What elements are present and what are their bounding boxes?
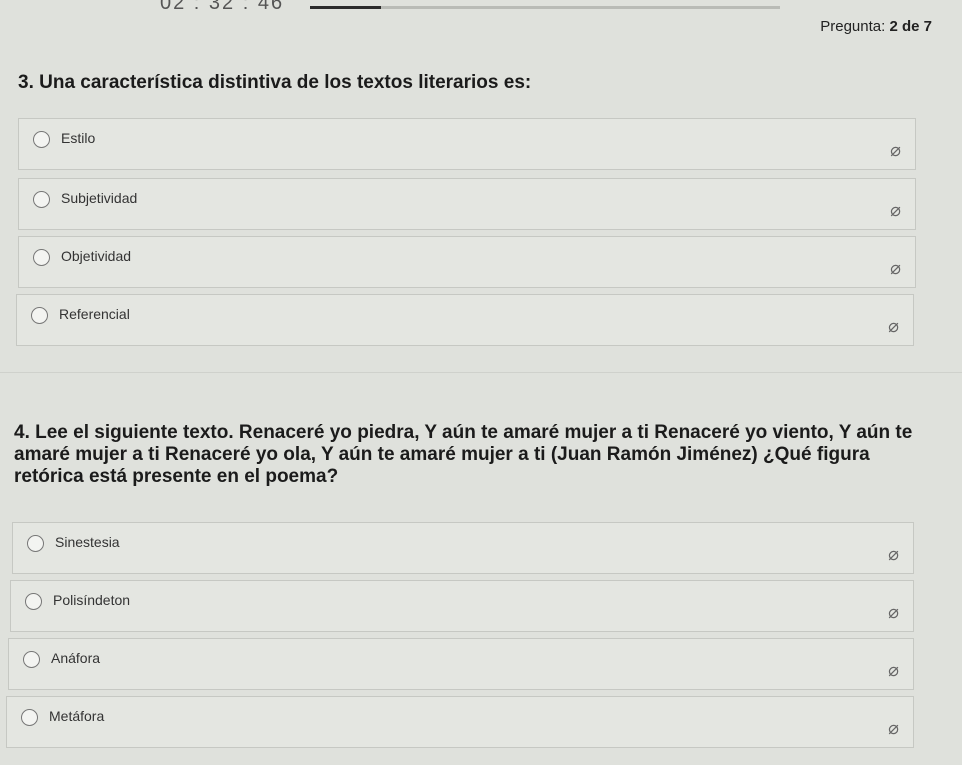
option-metafora[interactable]: Metáfora ⌀ — [6, 696, 914, 748]
option-label: Polisíndeton — [53, 592, 131, 608]
radio-button[interactable] — [23, 651, 40, 668]
option-subjetividad[interactable]: Subjetividad ⌀ — [18, 178, 916, 230]
question-counter: Pregunta: 2 de 7 — [820, 18, 932, 35]
option-label: Subjetividad — [61, 190, 138, 206]
question-3-title: 3. Una característica distintiva de los … — [18, 72, 532, 93]
option-objetividad[interactable]: Objetividad ⌀ — [18, 236, 916, 288]
top-bar: 02 : 32 : 46 Pregunta: 2 de 7 — [0, 0, 962, 44]
option-estilo[interactable]: Estilo ⌀ — [18, 118, 916, 170]
radio-button[interactable] — [33, 191, 50, 208]
question-divider — [0, 372, 962, 373]
option-label: Estilo — [61, 130, 96, 146]
question-4-title: 4. Lee el siguiente texto. Renaceré yo p… — [14, 422, 913, 487]
radio-button[interactable] — [25, 593, 42, 610]
radio-button[interactable] — [33, 249, 50, 266]
progress-bar — [310, 6, 780, 9]
option-label: Sinestesia — [55, 534, 120, 550]
radio-button[interactable] — [33, 131, 50, 148]
eliminate-option-icon[interactable]: ⌀ — [888, 660, 899, 681]
option-polisindeton[interactable]: Polisíndeton ⌀ — [10, 580, 914, 632]
eliminate-option-icon[interactable]: ⌀ — [890, 140, 901, 161]
question-counter-label: Pregunta: — [820, 18, 886, 35]
option-label: Anáfora — [51, 650, 101, 666]
eliminate-option-icon[interactable]: ⌀ — [890, 258, 901, 279]
option-label: Metáfora — [49, 708, 105, 724]
option-sinestesia[interactable]: Sinestesia ⌀ — [12, 522, 914, 574]
progress-fill — [310, 6, 381, 9]
eliminate-option-icon[interactable]: ⌀ — [890, 200, 901, 221]
radio-button[interactable] — [31, 307, 48, 324]
eliminate-option-icon[interactable]: ⌀ — [888, 602, 899, 623]
radio-button[interactable] — [27, 535, 44, 552]
timer: 02 : 32 : 46 — [160, 0, 285, 14]
option-label: Objetividad — [61, 248, 132, 264]
eliminate-option-icon[interactable]: ⌀ — [888, 718, 899, 739]
eliminate-option-icon[interactable]: ⌀ — [888, 316, 899, 337]
question-counter-value: 2 de 7 — [889, 18, 932, 35]
option-label: Referencial — [59, 306, 130, 322]
option-referencial[interactable]: Referencial ⌀ — [16, 294, 914, 346]
eliminate-option-icon[interactable]: ⌀ — [888, 544, 899, 565]
option-anafora[interactable]: Anáfora ⌀ — [8, 638, 914, 690]
radio-button[interactable] — [21, 709, 38, 726]
